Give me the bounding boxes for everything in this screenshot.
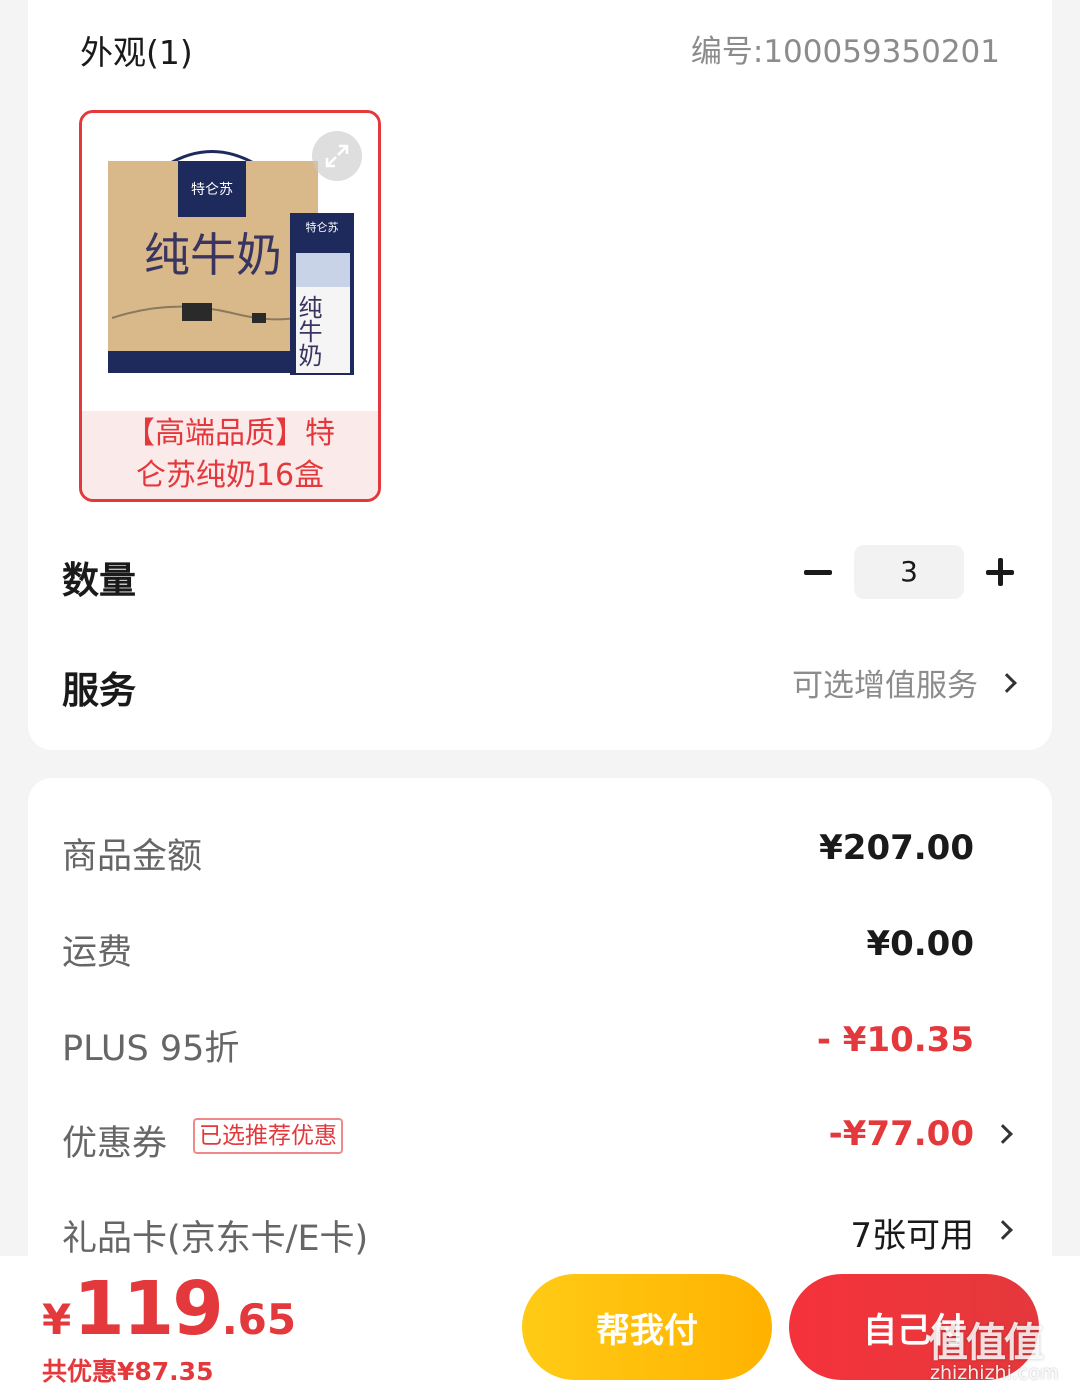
product-caption-line1: 【高端品质】特 (125, 416, 335, 451)
service-link[interactable]: 可选增值服务 (792, 660, 1017, 705)
box-brand-text: 特仑苏 (191, 182, 233, 198)
service-label: 服务 (62, 669, 136, 712)
service-link-text: 可选增值服务 (792, 668, 978, 704)
product-option-selected[interactable]: 特仑苏 纯牛奶 特仑苏 纯牛奶 【高端品质】特 仑苏纯奶16盒 (79, 110, 381, 502)
shipping-value: ¥0.00 (866, 924, 974, 964)
coupon-value[interactable]: -¥77.00 (829, 1114, 974, 1154)
quantity-label: 数量 (62, 559, 136, 602)
coupon-label: 优惠券 (62, 1124, 168, 1164)
plus-discount-label: PLUS 95折 (62, 1029, 240, 1069)
quantity-input[interactable]: 3 (854, 545, 964, 599)
total-discount: 共优惠¥87.35 (42, 1357, 214, 1386)
sku-number: 编号:100059350201 (690, 34, 1000, 70)
appearance-title: 外观(1) (80, 33, 193, 72)
currency-symbol: ¥ (42, 1295, 72, 1344)
product-caption-line2: 仑苏纯奶16盒 (135, 458, 325, 493)
shipping-label: 运费 (62, 933, 133, 973)
box-product-text: 纯牛奶 (144, 228, 282, 282)
help-pay-button[interactable]: 帮我付 (522, 1274, 772, 1380)
watermark-url: zhizhizhi.com (930, 1362, 1059, 1384)
plus-discount-value: - ¥10.35 (816, 1020, 974, 1060)
giftcard-label: 礼品卡(京东卡/E卡) (62, 1219, 369, 1259)
quantity-stepper: 3 (800, 545, 1020, 599)
coupon-tag: 已选推荐优惠 (193, 1118, 343, 1154)
giftcard-value[interactable]: 7张可用 (850, 1208, 974, 1257)
carton-product-text: 纯牛奶 (294, 295, 322, 367)
carton-brand-text: 特仑苏 (306, 220, 339, 234)
increase-button[interactable] (982, 545, 1018, 599)
decrease-button[interactable] (800, 545, 836, 599)
product-caption: 【高端品质】特 仑苏纯奶16盒 (82, 411, 378, 499)
total-decimal: .65 (221, 1295, 297, 1344)
expand-icon[interactable] (312, 131, 362, 181)
goods-amount-label: 商品金额 (62, 837, 203, 877)
chevron-right-icon (997, 672, 1017, 693)
product-image: 特仑苏 纯牛奶 特仑苏 纯牛奶 (82, 113, 378, 411)
watermark-glyphs: 值值值 (928, 1320, 1044, 1366)
watermark-logo: 值值值 zhizhizhi.com (928, 1310, 1076, 1392)
total-integer: 119 (73, 1266, 223, 1352)
goods-amount-value: ¥207.00 (819, 828, 974, 868)
total-price: ¥ 119 .65 (42, 1266, 296, 1352)
